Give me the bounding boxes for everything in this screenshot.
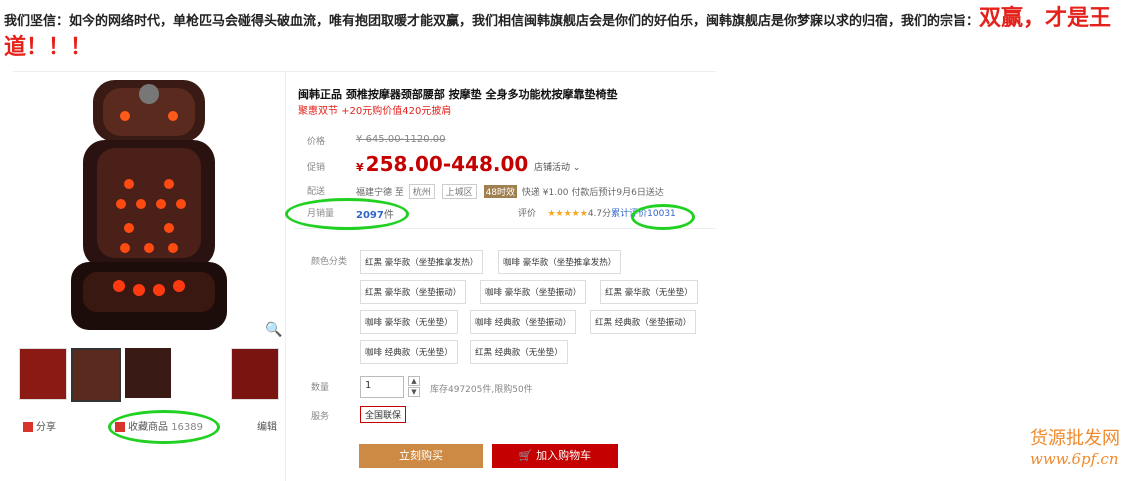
option-1[interactable]: 红黑 豪华款（坐垫推拿发热） <box>360 250 484 274</box>
product-info: 闽韩正品 颈椎按摩器颈部腰部 按摩垫 全身多功能枕按摩靠垫椅垫 聚惠双节 +20… <box>294 72 716 481</box>
main-product-image[interactable] <box>13 72 285 342</box>
option-8[interactable]: 红黑 经典款（坐垫振动） <box>590 310 697 334</box>
qty-label: 数量 <box>311 383 330 393</box>
cart-icon: 🛒 <box>518 449 533 462</box>
buy-now-button[interactable]: 立刻购买 <box>359 444 483 468</box>
timing-badge: 48时效 <box>483 185 518 198</box>
share-icon <box>23 422 33 432</box>
product-title: 闽韩正品 颈椎按摩器颈部腰部 按摩垫 全身多功能枕按摩靠垫椅垫 <box>298 88 618 101</box>
option-5[interactable]: 红黑 豪华款（无坐垫） <box>600 280 698 304</box>
current-price: ¥258.00-448.00 <box>356 152 529 176</box>
qty-increase-button[interactable]: ▲ <box>408 376 420 386</box>
quantity-input[interactable]: 1 <box>360 376 404 398</box>
collect-highlight-ellipse <box>108 410 220 444</box>
qty-decrease-button[interactable]: ▼ <box>408 387 420 397</box>
thumbnail-1[interactable] <box>19 348 67 400</box>
thumbnail-4[interactable] <box>231 348 279 400</box>
service-badge[interactable]: 全国联保 <box>360 406 407 423</box>
option-10[interactable]: 红黑 经典款（无坐垫） <box>470 340 568 364</box>
color-label: 颜色分类 <box>311 257 348 267</box>
service-label: 服务 <box>311 412 330 422</box>
store-activity-dropdown[interactable]: 店铺活动 ⌄ <box>534 160 580 173</box>
add-to-cart-button[interactable]: 🛒 加入购物车 <box>492 444 618 468</box>
option-9[interactable]: 咖啡 经典款（无坐垫） <box>360 340 458 364</box>
ship-label: 配送 <box>307 187 326 197</box>
chevron-down-icon: ⌄ <box>572 163 581 173</box>
watermark-title: 货源批发网 <box>1030 428 1120 449</box>
original-price: ¥ 645.00-1120.00 <box>356 134 446 145</box>
price-label: 价格 <box>307 137 326 147</box>
sales-highlight-ellipse <box>285 198 409 230</box>
thumbnail-strip <box>13 348 285 406</box>
statement-text: 我们坚信：如今的网络时代，单枪匹马会碰得头破血流，唯有抱团取暖才能双赢，我们相信… <box>4 14 980 29</box>
product-page: 🔍 分享 收藏商品 16389 编辑 闽韩正品 颈椎按摩器颈部腰部 按摩垫 全身… <box>13 71 716 481</box>
option-3[interactable]: 红黑 豪华款（坐垫振动） <box>360 280 467 304</box>
share-link[interactable]: 分享 <box>23 418 56 433</box>
zoom-icon[interactable]: 🔍 <box>265 322 283 340</box>
option-4[interactable]: 咖啡 豪华款（坐垫振动） <box>480 280 587 304</box>
thumbnail-3[interactable] <box>125 348 171 398</box>
rating-highlight-ellipse <box>631 204 695 230</box>
edit-link[interactable]: 编辑 <box>257 418 277 433</box>
seller-statement: 我们坚信：如今的网络时代，单枪匹马会碰得头破血流，唯有抱团取暖才能双赢，我们相信… <box>4 6 1142 64</box>
thumbnail-2[interactable] <box>71 348 121 402</box>
watermark-url: www.6pf.cn <box>1030 450 1119 468</box>
option-6[interactable]: 咖啡 豪华款（无坐垫） <box>360 310 458 334</box>
option-2[interactable]: 咖啡 豪华款（坐垫推拿发热） <box>498 250 622 274</box>
district-select[interactable]: 上城区 <box>441 184 477 199</box>
promo-label: 促销 <box>307 163 326 173</box>
rating-stars: ★★★★★ <box>547 209 588 219</box>
option-7[interactable]: 咖啡 经典款（坐垫振动） <box>470 310 577 334</box>
shipping-info: 福建宁德 至 杭州 上城区 48时效 快递 ¥1.00 付款后预计9月6日送达 <box>356 184 664 199</box>
city-select[interactable]: 杭州 <box>408 184 435 199</box>
promo-text[interactable]: 聚惠双节 +20元购价值420元披肩 <box>298 102 451 117</box>
stock-info: 库存497205件,限购50件 <box>430 385 533 395</box>
